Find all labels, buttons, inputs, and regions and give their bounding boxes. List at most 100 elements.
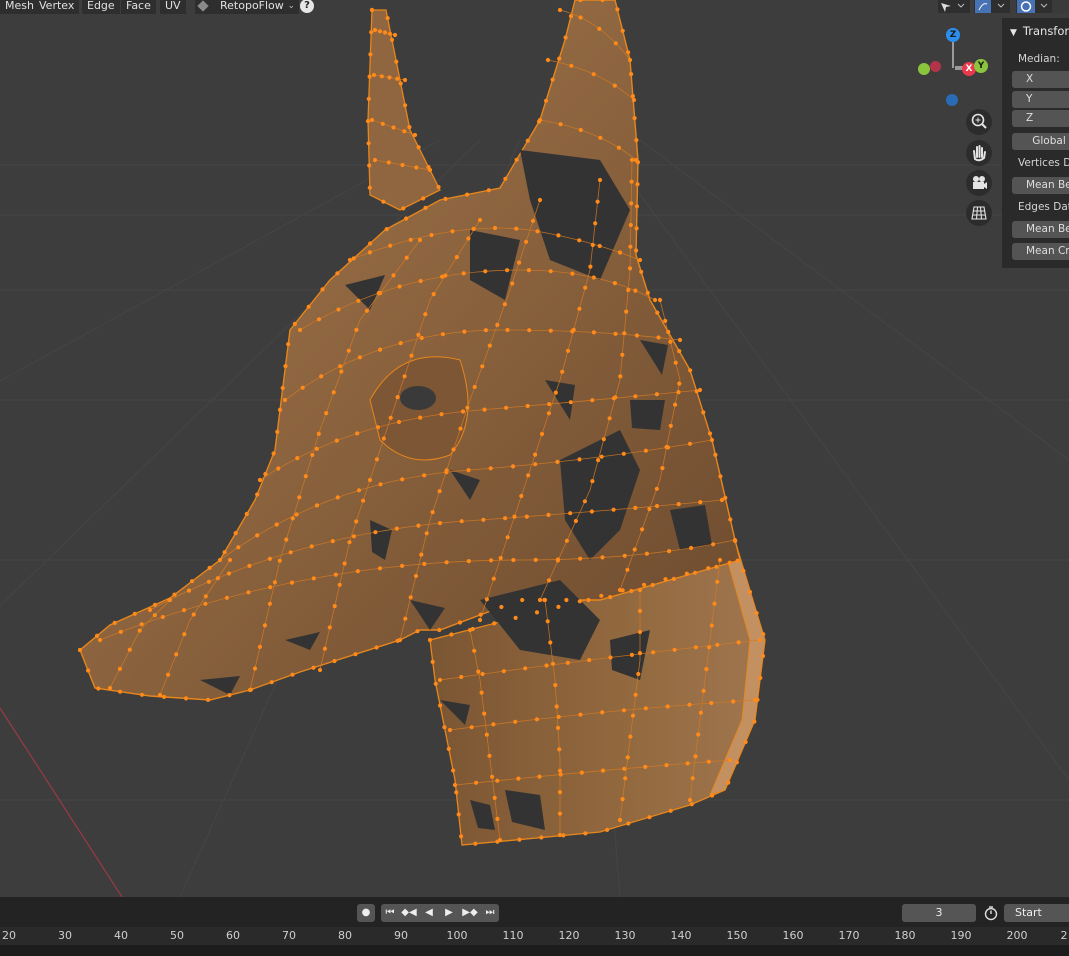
mesh-vertex[interactable] [118, 629, 123, 635]
mesh-vertex[interactable] [268, 585, 273, 590]
mesh-vertex[interactable] [86, 668, 91, 673]
mesh-vertex[interactable] [693, 645, 699, 650]
mesh-vertex[interactable] [555, 459, 560, 464]
mesh-vertex[interactable] [487, 753, 492, 758]
mesh-vertex[interactable] [634, 204, 640, 209]
mesh-vertex[interactable] [489, 558, 494, 563]
mesh-vertex[interactable] [408, 237, 413, 242]
mesh-vertex[interactable] [590, 398, 595, 403]
mesh-vertex[interactable] [657, 297, 663, 303]
mesh-vertex[interactable] [400, 477, 405, 482]
mesh-vertex[interactable] [625, 567, 630, 572]
mesh-vertex[interactable] [424, 531, 429, 536]
mesh-vertex[interactable] [557, 832, 563, 838]
mesh-vertex[interactable] [457, 620, 463, 625]
mesh-vertex[interactable] [502, 302, 507, 307]
mesh-vertex[interactable] [711, 542, 716, 547]
mesh-vertex[interactable] [487, 343, 492, 348]
mesh-vertex[interactable] [555, 725, 561, 731]
mesh-vertex[interactable] [467, 627, 473, 633]
mesh-vertex[interactable] [174, 652, 179, 657]
menu-edge[interactable]: Edge [82, 0, 120, 14]
mesh-vertex[interactable] [247, 687, 253, 693]
mesh-vertex[interactable] [267, 556, 272, 561]
mesh-vertex[interactable] [465, 405, 470, 410]
mesh-vertex[interactable] [206, 579, 211, 584]
mesh-vertex[interactable] [526, 473, 531, 478]
mesh-vertex[interactable] [539, 431, 545, 437]
mesh-vertex[interactable] [367, 74, 372, 79]
mesh-vertex[interactable] [127, 647, 132, 652]
mesh-vertex[interactable] [492, 225, 498, 231]
mesh-vertex[interactable] [582, 499, 588, 504]
mesh-vertex[interactable] [569, 63, 574, 68]
mesh-vertex[interactable] [613, 41, 618, 46]
mesh-vertex[interactable] [608, 655, 613, 660]
mesh-vertex[interactable] [368, 52, 373, 57]
mesh-vertex[interactable] [623, 776, 628, 781]
mesh-vertex[interactable] [620, 352, 625, 357]
mesh-vertex[interactable] [734, 760, 740, 765]
mesh-vertex[interactable] [697, 387, 703, 393]
mesh-vertex[interactable] [381, 199, 386, 204]
zoom-icon[interactable] [966, 109, 992, 135]
mesh-vertex[interactable] [629, 157, 635, 163]
mesh-vertex[interactable] [226, 571, 232, 576]
mesh-vertex[interactable] [503, 176, 508, 181]
mesh-vertex[interactable] [447, 727, 453, 733]
mesh-vertex[interactable] [324, 411, 329, 416]
mesh-vertex[interactable] [557, 747, 562, 752]
mesh-vertex[interactable] [696, 732, 701, 737]
mesh-vertex[interactable] [548, 269, 553, 274]
mesh-vertex[interactable] [367, 185, 372, 190]
mesh-vertex[interactable] [364, 308, 369, 313]
mesh-vertex[interactable] [550, 661, 556, 666]
mesh-vertex[interactable] [263, 471, 268, 477]
3d-viewport[interactable] [0, 0, 1069, 897]
mesh-vertex[interactable] [378, 347, 383, 352]
mesh-vertex[interactable] [365, 119, 371, 124]
mesh-vertex[interactable] [539, 835, 544, 840]
gizmo-toggle-icon[interactable] [974, 0, 1010, 13]
mesh-vertex[interactable] [469, 725, 474, 730]
mesh-vertex[interactable] [709, 437, 715, 443]
global-toggle-button[interactable]: Global [1012, 133, 1069, 150]
play-button[interactable]: ▶ [439, 904, 459, 922]
start-frame-field[interactable]: Start [1004, 904, 1069, 922]
mesh-vertex[interactable] [347, 540, 352, 545]
mesh-vertex[interactable] [295, 456, 300, 461]
mesh-vertex[interactable] [732, 537, 738, 543]
mesh-vertex[interactable] [407, 125, 412, 130]
mesh-vertex[interactable] [107, 685, 113, 691]
mesh-vertex[interactable] [297, 327, 303, 333]
mesh-vertex[interactable] [361, 498, 366, 503]
mesh-vertex[interactable] [356, 298, 361, 303]
mesh-vertex[interactable] [244, 511, 249, 517]
mesh-vertex[interactable] [444, 560, 449, 565]
mesh-vertex[interactable] [454, 790, 459, 795]
mesh-vertex[interactable] [449, 632, 454, 637]
mesh-vertex[interactable] [533, 462, 538, 467]
mesh-vertex[interactable] [550, 77, 555, 82]
mesh-vertex[interactable] [664, 444, 669, 450]
mesh-vertex[interactable] [633, 288, 638, 293]
mesh-vertex[interactable] [637, 608, 643, 614]
edges-mean-crease-field[interactable]: Mean Crease [1012, 243, 1069, 260]
mesh-vertex[interactable] [643, 764, 648, 770]
mesh-vertex[interactable] [544, 663, 549, 668]
mesh-vertex[interactable] [629, 179, 634, 184]
mesh-vertex[interactable] [282, 397, 288, 403]
mesh-vertex[interactable] [557, 790, 563, 795]
timeline-scrollbar[interactable] [0, 945, 1069, 956]
mesh-vertex[interactable] [367, 250, 372, 255]
mesh-vertex[interactable] [629, 652, 635, 658]
mesh-vertex[interactable] [482, 407, 487, 412]
mesh-vertex[interactable] [727, 757, 733, 763]
mesh-vertex[interactable] [166, 672, 171, 677]
mesh-vertex[interactable] [355, 431, 360, 436]
mesh-vertex[interactable] [617, 250, 623, 255]
mesh-vertex[interactable] [398, 341, 403, 346]
mesh-vertex[interactable] [316, 431, 321, 436]
mesh-vertex[interactable] [461, 271, 466, 276]
pan-hand-icon[interactable] [966, 140, 992, 166]
